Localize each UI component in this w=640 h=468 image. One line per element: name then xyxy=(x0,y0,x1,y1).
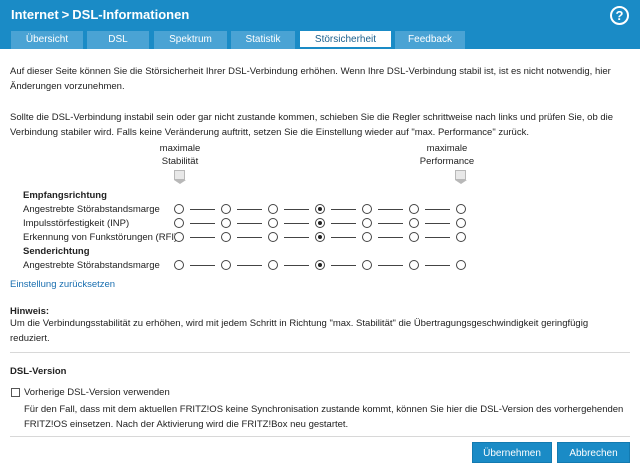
tab-stoersicherheit[interactable]: Störsicherheit xyxy=(300,31,391,49)
slider-step-radio[interactable] xyxy=(174,260,184,270)
slider-label-snr-up: Angestrebte Störabstandsmarge xyxy=(23,260,160,271)
slider-step-radio[interactable] xyxy=(409,260,419,270)
slider-label-snr-down: Angestrebte Störabstandsmarge xyxy=(23,204,160,215)
dsl-version-title: DSL-Version xyxy=(10,366,67,377)
slider-snr-down[interactable] xyxy=(174,204,466,216)
slider-step-radio[interactable] xyxy=(456,260,466,270)
slider-track-segment xyxy=(190,265,215,266)
slider-track-segment xyxy=(331,209,356,210)
slider-track-segment xyxy=(284,223,309,224)
slider-step-radio[interactable] xyxy=(409,232,419,242)
slider-step-radio[interactable] xyxy=(268,218,278,228)
breadcrumb-current: DSL-Informationen xyxy=(72,7,190,22)
slider-track-segment xyxy=(190,237,215,238)
stability-heading-line2: Stabilität xyxy=(161,156,199,167)
performance-marker-icon xyxy=(455,170,467,184)
slider-step-radio[interactable] xyxy=(456,204,466,214)
slider-step-radio[interactable] xyxy=(362,218,372,228)
slider-track-segment xyxy=(331,237,356,238)
performance-heading-line1: maximale xyxy=(426,143,468,154)
slider-track-segment xyxy=(237,237,262,238)
slider-track-segment xyxy=(425,237,450,238)
slider-step-radio[interactable] xyxy=(268,204,278,214)
slider-rfi[interactable] xyxy=(174,232,466,244)
slider-track-segment xyxy=(378,223,403,224)
slider-track-segment xyxy=(190,209,215,210)
reset-settings-link[interactable]: Einstellung zurücksetzen xyxy=(10,279,115,290)
slider-step-radio[interactable] xyxy=(362,260,372,270)
performance-heading-line2: Performance xyxy=(419,156,475,167)
previous-dsl-version-checkbox[interactable] xyxy=(11,388,20,397)
download-group-label: Empfangsrichtung xyxy=(23,190,107,201)
section-divider xyxy=(10,352,630,353)
performance-heading: maximale Performance xyxy=(415,142,479,168)
slider-step-radio[interactable] xyxy=(221,232,231,242)
upload-group-label: Senderichtung xyxy=(23,246,90,257)
slider-track-segment xyxy=(284,237,309,238)
slider-track-segment xyxy=(378,237,403,238)
slider-track-segment xyxy=(425,265,450,266)
dsl-version-description: Für den Fall, dass mit dem aktuellen FRI… xyxy=(24,404,624,430)
slider-step-radio[interactable] xyxy=(362,232,372,242)
instructions-paragraph: Sollte die DSL-Verbindung instabil sein … xyxy=(10,112,614,138)
tab-feedback[interactable]: Feedback xyxy=(395,31,465,49)
slider-step-radio[interactable] xyxy=(268,232,278,242)
slider-track-segment xyxy=(237,223,262,224)
breadcrumb-separator: > xyxy=(61,7,70,22)
slider-step-radio[interactable] xyxy=(456,232,466,242)
slider-step-radio[interactable] xyxy=(315,218,325,228)
tab-statistik[interactable]: Statistik xyxy=(231,31,295,49)
slider-step-radio[interactable] xyxy=(409,218,419,228)
slider-step-radio[interactable] xyxy=(315,204,325,214)
breadcrumb: Internet > DSL-Informationen xyxy=(11,7,189,22)
slider-track-segment xyxy=(237,209,262,210)
slider-step-radio[interactable] xyxy=(362,204,372,214)
breadcrumb-root[interactable]: Internet xyxy=(11,7,59,22)
slider-track-segment xyxy=(284,209,309,210)
help-icon[interactable]: ? xyxy=(610,6,629,25)
stability-heading: maximale Stabilität xyxy=(150,142,210,168)
slider-track-segment xyxy=(284,265,309,266)
slider-label-inp: Impulsstörfestigkeit (INP) xyxy=(23,218,130,229)
slider-label-rfi: Erkennung von Funkstörungen (RFI) xyxy=(23,232,178,243)
slider-track-segment xyxy=(190,223,215,224)
slider-track-segment xyxy=(378,265,403,266)
slider-step-radio[interactable] xyxy=(268,260,278,270)
slider-track-segment xyxy=(237,265,262,266)
slider-step-radio[interactable] xyxy=(221,218,231,228)
slider-track-segment xyxy=(425,209,450,210)
intro-paragraph: Auf dieser Seite können Sie die Störsich… xyxy=(10,66,611,92)
header-bar: Internet > DSL-Informationen ? Übersicht D… xyxy=(0,0,640,49)
slider-track-segment xyxy=(331,265,356,266)
slider-track-segment xyxy=(425,223,450,224)
slider-step-radio[interactable] xyxy=(174,232,184,242)
footer-divider xyxy=(10,436,630,437)
slider-snr-up[interactable] xyxy=(174,260,466,272)
previous-dsl-version-label[interactable]: Vorherige DSL-Version verwenden xyxy=(24,385,324,400)
cancel-button[interactable]: Abbrechen xyxy=(557,442,630,463)
slider-step-radio[interactable] xyxy=(456,218,466,228)
stability-marker-icon xyxy=(174,170,186,184)
tab-uebersicht[interactable]: Übersicht xyxy=(11,31,83,49)
slider-step-radio[interactable] xyxy=(221,260,231,270)
tab-spektrum[interactable]: Spektrum xyxy=(154,31,227,49)
slider-track-segment xyxy=(331,223,356,224)
slider-inp[interactable] xyxy=(174,218,466,230)
tab-dsl[interactable]: DSL xyxy=(87,31,149,49)
slider-step-radio[interactable] xyxy=(221,204,231,214)
slider-step-radio[interactable] xyxy=(315,260,325,270)
slider-step-radio[interactable] xyxy=(409,204,419,214)
slider-step-radio[interactable] xyxy=(315,232,325,242)
stability-heading-line1: maximale xyxy=(159,143,201,154)
apply-button[interactable]: Übernehmen xyxy=(472,442,552,463)
hint-text: Um die Verbindungsstabilität zu erhöhen,… xyxy=(10,318,589,344)
slider-step-radio[interactable] xyxy=(174,204,184,214)
slider-track-segment xyxy=(378,209,403,210)
slider-step-radio[interactable] xyxy=(174,218,184,228)
